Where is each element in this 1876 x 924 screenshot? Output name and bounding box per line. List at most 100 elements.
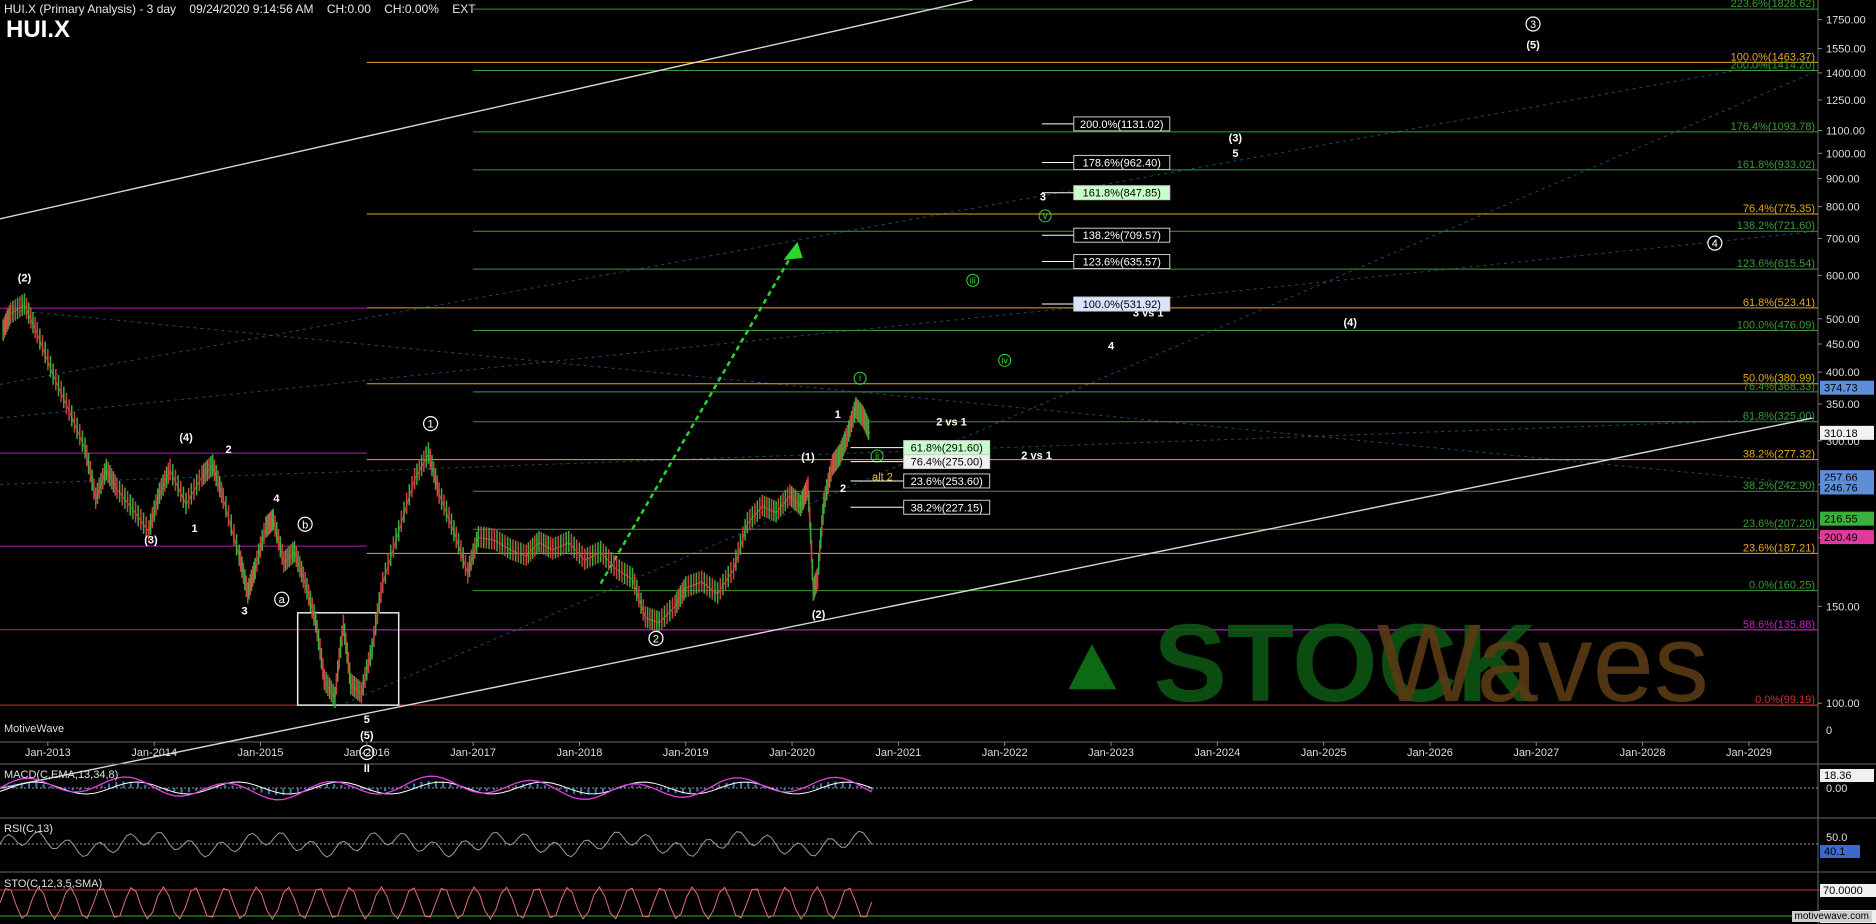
y-tick-label: 600.00 <box>1826 270 1860 282</box>
wave-label-green: v <box>1043 211 1048 221</box>
target-box-label: 200.0%(1131.02) <box>1080 119 1164 131</box>
y-tick-label: 900.00 <box>1826 173 1860 185</box>
rsi-ref-label: 50.0 <box>1826 832 1847 844</box>
x-tick-label: Jan-2016 <box>344 747 390 759</box>
retrace-box-label: 61.8%(291.60) <box>911 443 983 455</box>
wave-label: (5) <box>1526 40 1540 52</box>
projection-arrow <box>599 244 799 585</box>
wave-label: 2 <box>226 444 232 456</box>
chart-datetime: 09/24/2020 9:14:56 AM <box>189 2 314 16</box>
y-tick-label: 450.00 <box>1826 339 1860 351</box>
wave-label-green: ii <box>875 451 879 461</box>
y-tick-label: 1750.00 <box>1826 15 1866 27</box>
platform-label: MotiveWave <box>4 723 65 735</box>
y-tick-label: 800.00 <box>1826 202 1860 214</box>
symbol-label: HUI.X <box>6 16 71 43</box>
fib-level-label: 38.2%(277.32) <box>1743 449 1815 461</box>
y-tick-label: 1000.00 <box>1826 148 1866 160</box>
y-tick-label: 150.00 <box>1826 601 1860 613</box>
watermark-arrow <box>1068 644 1117 690</box>
price-badge-label: 374.73 <box>1824 383 1858 395</box>
price-badge-label: 246.76 <box>1824 482 1858 494</box>
watermark-waves: Waves <box>1377 602 1709 725</box>
y-tick-label: 1550.00 <box>1826 44 1866 56</box>
fib-level-label: 38.2%(242.90) <box>1743 480 1815 492</box>
y-tick-zero-label: 0 <box>1826 725 1832 737</box>
x-tick-label: Jan-2027 <box>1513 747 1559 759</box>
y-tick-label: 700.00 <box>1826 233 1860 245</box>
wave-label: 4 <box>1712 238 1718 250</box>
x-tick-label: Jan-2025 <box>1301 747 1347 759</box>
wave-label: 1 <box>835 409 841 421</box>
x-tick-label: Jan-2021 <box>875 747 921 759</box>
wave-label: (1) <box>801 452 815 464</box>
wave-label: 2 <box>653 633 659 645</box>
fib-level-label: 0.0%(160.25) <box>1749 580 1815 592</box>
stoch-label: STO(C,12,3,5,SMA) <box>4 878 103 890</box>
wave-label: (5) <box>360 730 374 742</box>
x-tick-label: Jan-2022 <box>982 747 1028 759</box>
macd-value: 18.36 <box>1824 770 1852 782</box>
price-badge-label: 200.49 <box>1824 532 1858 544</box>
x-tick-label: Jan-2014 <box>131 747 177 759</box>
retrace-box-label: 38.2%(227.15) <box>911 502 983 514</box>
fib-level-label: 200.0%(1414.20) <box>1731 60 1815 72</box>
x-tick-label: Jan-2023 <box>1088 747 1134 759</box>
wave-label: a <box>279 594 286 606</box>
fib-level-label: 223.6%(1828.62) <box>1731 0 1815 10</box>
target-box-label: 161.8%(847.85) <box>1083 188 1161 200</box>
x-tick-label: Jan-2020 <box>769 747 815 759</box>
fib-level-label: 0.0%(99.19) <box>1755 694 1815 706</box>
wave-label: 3 <box>1040 192 1046 204</box>
x-tick-label: Jan-2018 <box>556 747 602 759</box>
wave-label: 5 <box>1232 148 1238 160</box>
wave-label: (3) <box>1229 133 1243 145</box>
fib-level-label: 58.6%(135.88) <box>1743 619 1815 631</box>
wave-label: (4) <box>179 432 193 444</box>
trend-fan-line <box>0 231 1813 419</box>
wave-label: 4 <box>1108 340 1115 352</box>
y-tick-label: 1400.00 <box>1826 68 1866 80</box>
upper-trendline <box>0 0 973 220</box>
wave-label: (2) <box>812 609 826 621</box>
wave-label: 4 <box>273 493 280 505</box>
wave-label: (3) <box>144 535 158 547</box>
wave-label: 1 <box>428 419 434 431</box>
chart-change-pct: CH:0.00% <box>384 2 439 16</box>
chart-title: HUI.X (Primary Analysis) - 3 day <box>4 2 177 16</box>
y-tick-label: 400.00 <box>1826 367 1860 379</box>
wave-label-green: iv <box>1001 355 1008 365</box>
chart-session: EXT <box>452 2 476 16</box>
y-tick-label: 500.00 <box>1826 314 1860 326</box>
y-tick-label: 100.00 <box>1826 698 1860 710</box>
macd-zero-label: 0.00 <box>1826 783 1847 795</box>
chart-change: CH:0.00 <box>326 2 371 16</box>
x-tick-label: Jan-2019 <box>663 747 709 759</box>
y-tick-label: 1100.00 <box>1826 126 1865 138</box>
projection-arrowhead <box>783 241 803 260</box>
wave-label-green: iii <box>970 275 976 285</box>
rsi-label: RSI(C,13) <box>4 823 53 835</box>
stoch-upper-value: 70.0000 <box>1823 885 1863 897</box>
target-box-label: 100.0%(531.92) <box>1083 299 1161 311</box>
x-tick-label: Jan-2026 <box>1407 747 1453 759</box>
retrace-box-label: 23.6%(253.60) <box>911 476 983 488</box>
fib-level-label: 76.4%(368.33) <box>1743 381 1815 393</box>
stoch-line <box>0 886 873 920</box>
wave-label: b <box>302 519 308 531</box>
target-box-label: 123.6%(635.57) <box>1083 257 1161 269</box>
wave-label: 1 <box>191 523 197 535</box>
y-tick-label: 350.00 <box>1826 399 1860 411</box>
x-tick-label: Jan-2024 <box>1194 747 1240 759</box>
wave-label: (2) <box>18 272 32 284</box>
target-box-label: 178.6%(962.40) <box>1083 157 1161 169</box>
x-tick-label: Jan-2017 <box>450 747 496 759</box>
fib-level-label: 61.8%(325.00) <box>1743 411 1815 423</box>
wave-label: 2 vs 1 <box>1021 450 1052 462</box>
y-tick-label: 1250.00 <box>1826 95 1866 107</box>
wave-label-alt: alt 2 <box>872 472 893 484</box>
price-chart[interactable]: 223.6%(1828.62)100.0%(1463.37)200.0%(141… <box>0 0 1876 924</box>
chart-header: HUI.X (Primary Analysis) - 3 day 09/24/2… <box>4 2 486 16</box>
fib-level-label: 176.4%(1093.78) <box>1731 121 1815 133</box>
retrace-box-label: 76.4%(275.00) <box>911 457 983 469</box>
